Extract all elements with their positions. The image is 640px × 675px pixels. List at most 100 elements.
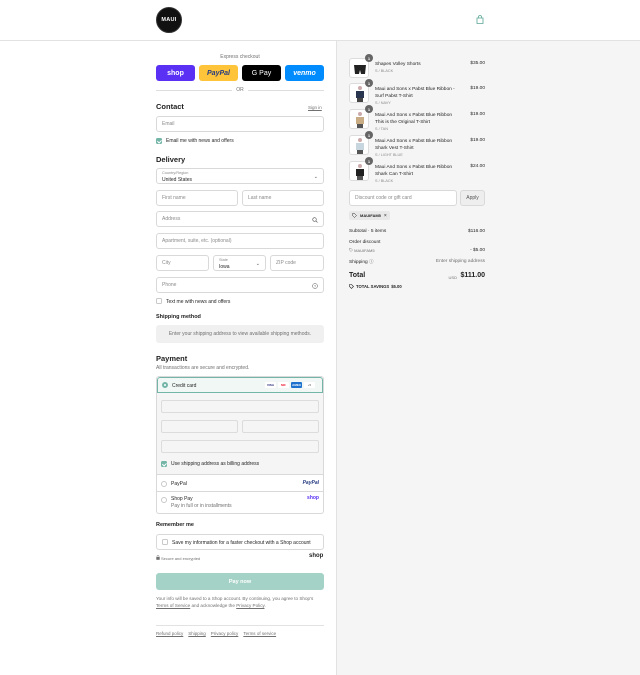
shipping-value: Enter shipping address xyxy=(435,259,485,264)
remember-me-box[interactable]: Save my information for a faster checkou… xyxy=(156,534,324,550)
text-optin-label: Text me with news and offers xyxy=(166,299,231,305)
shop-pay-button[interactable]: shop xyxy=(156,65,195,81)
refund-policy-link[interactable]: Refund policy xyxy=(156,631,183,636)
help-icon[interactable]: ? xyxy=(312,283,318,289)
total-label: Total xyxy=(349,272,366,279)
item-variant: S / TAN xyxy=(375,127,388,131)
state-value: Iowa xyxy=(219,264,230,270)
shopping-bag-icon[interactable] xyxy=(476,15,484,24)
savings-value: $5.00 xyxy=(391,284,402,289)
card-number-field[interactable] xyxy=(161,400,319,413)
quantity-badge: 1 xyxy=(365,131,373,139)
paypal-radio[interactable] xyxy=(161,481,167,487)
pay-now-button[interactable]: Pay now xyxy=(156,573,324,590)
search-icon xyxy=(312,217,318,223)
item-variant: S / BLACK xyxy=(375,179,394,183)
card-logos: VISA MC AMEX +5 xyxy=(265,382,315,388)
quantity-badge: 1 xyxy=(365,54,373,62)
more-cards-badge: +5 xyxy=(304,382,315,388)
shoppay-radio[interactable] xyxy=(161,497,167,503)
subtotal-label: Subtotal · 5 items xyxy=(349,229,387,234)
order-discount-label: Order discount xyxy=(349,240,381,245)
card-name-field[interactable] xyxy=(161,440,319,453)
apartment-field[interactable]: Apartment, suite, etc. (optional) xyxy=(156,233,324,249)
country-value: United States xyxy=(162,177,193,183)
sign-in-link[interactable]: Sign in xyxy=(308,105,322,110)
venmo-button[interactable]: venmo xyxy=(285,65,324,81)
logo-text: MAUI xyxy=(161,17,177,23)
tag-icon xyxy=(349,284,354,289)
privacy-link[interactable]: Privacy Policy xyxy=(236,603,264,608)
cart-item: 1 Maui And Sons x Pabst Blue Ribbon Shar… xyxy=(349,157,485,183)
text-optin-checkbox[interactable] xyxy=(156,298,162,304)
email-optin-label: Email me with news and offers xyxy=(166,138,234,144)
card-cvv-field[interactable] xyxy=(242,420,319,433)
subtotal-value: $116.00 xyxy=(468,229,485,234)
billing-same-checkbox[interactable] xyxy=(161,461,167,467)
remember-me-label: Save my information for a faster checkou… xyxy=(172,540,311,546)
quantity-badge: 1 xyxy=(365,79,373,87)
item-price: $24.00 xyxy=(470,164,485,169)
credit-card-option[interactable]: Credit card VISA MC AMEX +5 xyxy=(157,377,323,393)
shop-logo: shop xyxy=(309,553,324,559)
tag-icon xyxy=(349,248,353,252)
privacy-policy-link[interactable]: Privacy policy xyxy=(211,631,239,636)
country-select[interactable]: Country/Region United States ⌄ xyxy=(156,168,324,184)
item-name: Maui And Sons x Pabst Blue Ribbon Shark … xyxy=(375,165,453,177)
notice-text-mid: and acknowledge the xyxy=(190,603,237,608)
svg-text:?: ? xyxy=(314,284,316,288)
credit-card-radio[interactable] xyxy=(162,382,168,388)
shipping-label: Shipping xyxy=(349,260,368,265)
discount-placeholder: Discount code or gift card xyxy=(355,195,412,201)
cart-item: 1 Shapes Volley Shorts S / BLACK $35.00 xyxy=(349,54,485,80)
item-name: Maui And Sons x Pabst Blue Ribbon This i… xyxy=(375,113,453,125)
paypal-button[interactable]: PayPal xyxy=(199,65,238,81)
email-optin-checkbox[interactable] xyxy=(156,138,162,144)
item-name: Shapes Volley Shorts xyxy=(375,62,421,67)
city-field[interactable]: City xyxy=(156,255,209,271)
shipping-link[interactable]: Shipping xyxy=(188,631,206,636)
first-name-field[interactable]: First name xyxy=(156,190,238,206)
card-expiry-field[interactable] xyxy=(161,420,238,433)
remember-me-checkbox[interactable] xyxy=(162,539,168,545)
state-select[interactable]: State Iowa ⌄ xyxy=(213,255,266,271)
email-placeholder: Email xyxy=(162,121,175,127)
discount-code-input[interactable]: Discount code or gift card xyxy=(349,190,457,206)
terms-of-service-link[interactable]: Terms of service xyxy=(243,631,276,636)
remove-discount-icon[interactable]: × xyxy=(384,213,387,219)
country-label: Country/Region xyxy=(162,171,189,175)
store-logo[interactable]: MAUI xyxy=(156,7,182,33)
remember-me-heading: Remember me xyxy=(156,522,194,528)
discount-row: Discount code or gift card Apply xyxy=(349,190,485,206)
item-price: $19.00 xyxy=(470,138,485,143)
zip-field[interactable]: ZIP code xyxy=(270,255,324,271)
info-icon[interactable]: ⓘ xyxy=(369,259,374,264)
apply-button[interactable]: Apply xyxy=(460,190,485,206)
currency-label: USD xyxy=(448,275,457,280)
express-checkout-label: Express checkout xyxy=(220,54,260,60)
cart-item: 1 Maui And Sons x Pabst Blue Ribbon Shar… xyxy=(349,131,485,157)
item-name: Maui and Sons x Pabst Blue Ribbon - Surf… xyxy=(375,87,455,99)
header: MAUI xyxy=(0,0,640,41)
item-price: $19.00 xyxy=(470,86,485,91)
lock-icon xyxy=(156,555,160,560)
address-field[interactable]: Address xyxy=(156,211,324,227)
google-pay-button[interactable]: G Pay xyxy=(242,65,281,81)
shipping-info-text: Enter your shipping address to view avai… xyxy=(168,331,312,337)
phone-field[interactable]: Phone ? xyxy=(156,277,324,293)
chevron-down-icon: ⌄ xyxy=(255,261,260,267)
shipping-method-heading: Shipping method xyxy=(156,314,201,320)
shop-account-notice: Your info will be saved to a Shop accoun… xyxy=(156,595,324,609)
item-variant: S / BLACK xyxy=(375,69,394,73)
payment-subtitle: All transactions are secure and encrypte… xyxy=(156,365,250,371)
savings-label: TOTAL SAVINGS xyxy=(356,284,390,289)
state-label: State xyxy=(219,258,228,262)
terms-link[interactable]: Terms of Service xyxy=(156,603,190,608)
phone-placeholder: Phone xyxy=(162,282,177,288)
last-name-field[interactable]: Last name xyxy=(242,190,324,206)
tag-icon xyxy=(352,213,357,218)
email-field[interactable]: Email xyxy=(156,116,324,132)
footer-links: Refund policy Shipping Privacy policy Te… xyxy=(156,625,324,636)
discount-code-row: MAUIFAM5 - $5.00 xyxy=(349,248,485,253)
item-price: $35.00 xyxy=(470,61,485,66)
